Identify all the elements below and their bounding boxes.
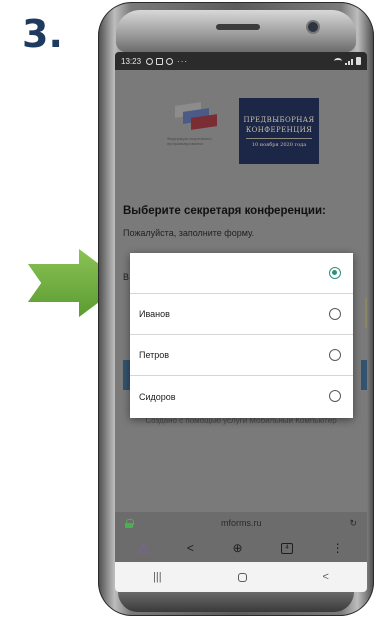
step-number: 3.: [22, 12, 63, 56]
notification-icons: [146, 57, 174, 65]
status-time: 13:23: [121, 56, 142, 66]
recents-icon[interactable]: |||: [153, 571, 162, 583]
radio-icon[interactable]: [329, 308, 341, 320]
option-label: Иванов: [139, 309, 170, 319]
field-label: В: [123, 272, 130, 282]
banner-line1: ПРЕДВЫБОРНАЯ: [243, 116, 315, 124]
tabs-icon[interactable]: 4: [281, 542, 294, 554]
front-camera: [308, 22, 318, 32]
browser-toolbar: △ < ⊕ 4 ⋮: [115, 534, 367, 562]
submit-button-edge-left[interactable]: [123, 360, 130, 390]
speaker-grille: [216, 24, 260, 30]
option-empty[interactable]: [130, 253, 353, 294]
gallery-icon: [156, 57, 164, 65]
web-page: Федерация спортивного программирования П…: [115, 70, 367, 512]
banner-divider: [246, 138, 312, 139]
option-label: Петров: [139, 350, 170, 360]
search-icon: [166, 57, 174, 65]
banner-date: 10 ноября 2020 года: [251, 142, 307, 148]
status-bar: 13:23 ···: [115, 52, 367, 70]
select-field-edge[interactable]: [365, 298, 367, 328]
lock-icon: [125, 518, 134, 528]
phone-top-bezel: [116, 10, 356, 52]
submit-button-edge-right[interactable]: [361, 360, 367, 390]
option-label: Сидоров: [139, 391, 176, 402]
logo-text: Федерация спортивного программирования: [167, 136, 212, 146]
more-notifications: ···: [177, 56, 189, 66]
back-icon[interactable]: <: [323, 571, 329, 583]
radio-icon[interactable]: [329, 349, 341, 361]
signal-icon: [345, 58, 353, 65]
home-icon[interactable]: [237, 572, 247, 582]
radio-checked-icon[interactable]: [329, 267, 341, 279]
radio-icon[interactable]: [329, 390, 341, 402]
option-petrov[interactable]: Петров: [130, 335, 353, 376]
option-sidorov[interactable]: Сидоров: [130, 376, 353, 417]
screenshot-root: 3. 13:23 ··· Федерация спортивного прогр…: [0, 0, 380, 619]
phone-bottom-bezel: [118, 592, 354, 612]
new-tab-icon[interactable]: ⊕: [232, 541, 242, 555]
battery-icon: [356, 57, 361, 65]
browser-home-icon[interactable]: △: [138, 540, 148, 556]
option-ivanov[interactable]: Иванов: [130, 294, 353, 335]
select-options-popup: Иванов Петров Сидоров: [130, 253, 353, 418]
address-bar[interactable]: mforms.ru ↻: [115, 512, 367, 534]
form-subtitle: Пожалуйста, заполните форму.: [123, 228, 255, 238]
whatsapp-icon: [146, 57, 154, 65]
android-nav-bar: ||| <: [115, 562, 367, 592]
banner-line2: КОНФЕРЕНЦИЯ: [245, 126, 313, 134]
logo-flag-red: [191, 114, 217, 130]
wifi-icon: [334, 58, 342, 64]
reload-icon[interactable]: ↻: [349, 518, 357, 529]
status-right-icons: [334, 57, 361, 65]
conference-banner: ПРЕДВЫБОРНАЯ КОНФЕРЕНЦИЯ 10 ноября 2020 …: [239, 98, 319, 164]
menu-icon[interactable]: ⋮: [332, 541, 344, 555]
form-title: Выберите секретаря конференции:: [123, 205, 326, 217]
url-text[interactable]: mforms.ru: [133, 518, 349, 528]
federation-logo: Федерация спортивного программирования: [163, 100, 229, 162]
share-icon[interactable]: <: [187, 541, 194, 555]
phone-screen: 13:23 ··· Федерация спортивного программ…: [115, 52, 367, 592]
